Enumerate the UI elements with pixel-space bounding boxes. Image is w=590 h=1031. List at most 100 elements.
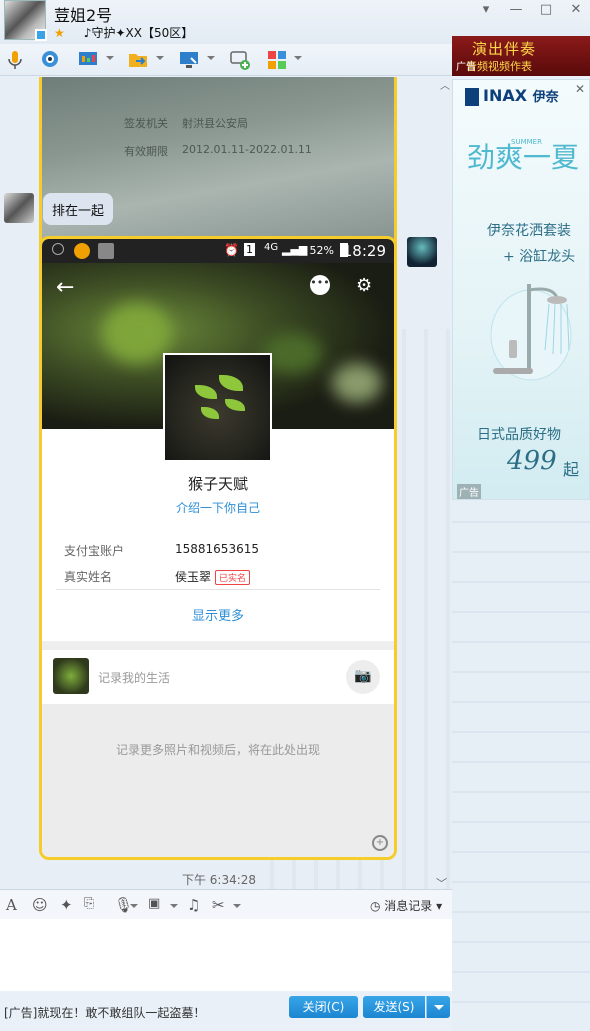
empty-feed-area: 记录更多照片和视频后，将在此处出现: [42, 704, 394, 857]
show-more-link[interactable]: 显示更多: [42, 605, 394, 624]
alipay-account-value: 15881653615: [175, 542, 259, 556]
send-options-dropdown[interactable]: [426, 996, 450, 1018]
scroll-up-icon[interactable]: ︿: [438, 77, 452, 92]
network-indicator: 4G: [264, 242, 279, 253]
message-icon[interactable]: •••: [310, 275, 330, 295]
life-record-row[interactable]: 记录我的生活 📷: [42, 650, 394, 704]
apps-icon[interactable]: [265, 48, 289, 72]
id-card-label: 签发机关: [124, 117, 168, 130]
bottom-ad-link[interactable]: [广告]就现在！敢不敢组队一起盗墓！: [4, 1004, 205, 1021]
app-icon: [74, 243, 90, 259]
ad-slogan: 劲爽一夏: [467, 141, 580, 174]
ad-price: 499: [507, 446, 557, 476]
chat-toolbar: [0, 44, 452, 76]
minimize-button[interactable]: —: [506, 2, 526, 18]
user-settings-icon[interactable]: ⚙: [356, 275, 372, 296]
close-ad-icon[interactable]: ✕: [575, 82, 585, 96]
phone-status-bar: ⏰ 1 4G ▂▄▆ 52% 18:29: [42, 239, 394, 263]
back-arrow-icon[interactable]: ←: [56, 275, 74, 300]
contact-avatar[interactable]: [4, 0, 47, 41]
screenshot-icon[interactable]: ⎘: [84, 896, 94, 911]
contact-name: 荳姐2号: [54, 6, 113, 25]
alipay-account-label: 支付宝账户: [64, 544, 125, 558]
chat-history[interactable]: 签发机关 射洪县公安局 有效期限 2012.01.11-2022.01.11 +…: [0, 77, 452, 889]
sender-avatar[interactable]: [4, 193, 34, 223]
chevron-down-icon[interactable]: [233, 904, 241, 908]
ad-tag: 广告: [457, 484, 481, 499]
menu-dropdown-button[interactable]: ▾: [476, 2, 496, 18]
input-toolbar: A ☺ ✦ ⎘ 🎙 ▣ ♫ ✂ ◷ 消息记录 ▾: [0, 889, 452, 919]
message-timestamp: 下午 6:34:28: [181, 873, 257, 887]
id-card-value: 射洪县公安局: [182, 117, 248, 130]
online-status-icon: [35, 29, 47, 41]
ad-line3: 日式品质好物: [477, 427, 561, 443]
search-icon: [52, 243, 64, 255]
message-input[interactable]: [0, 919, 452, 991]
battery-level: 52%: [309, 244, 334, 257]
profile-intro-link[interactable]: 介绍一下你自己: [42, 499, 394, 516]
wifi-icon: [98, 243, 114, 259]
message-history-label: 消息记录: [384, 899, 433, 913]
real-name-row: 侯玉翠 已实名: [175, 568, 251, 585]
top-ad-banner[interactable]: 演出伴奏 音频视频作表 广告: [452, 36, 590, 76]
new-group-icon[interactable]: [228, 48, 252, 72]
text-message-bubble: 排在一起: [43, 193, 114, 225]
scroll-down-icon[interactable]: ﹀: [436, 875, 447, 889]
sim-indicator: 1: [244, 243, 255, 256]
cover-blur: [332, 363, 382, 403]
ad-price-unit: 起: [563, 460, 580, 479]
message-history-button[interactable]: ◷ 消息记录 ▾: [370, 897, 442, 914]
id-card-label: 有效期限: [124, 145, 168, 158]
brand-name: INAX: [483, 86, 528, 105]
brand-name-cn: 伊奈: [532, 90, 559, 105]
chevron-down-icon[interactable]: [130, 904, 138, 908]
phone-time: 18:29: [342, 242, 386, 260]
plant-leaf: [219, 375, 243, 391]
chevron-down-icon[interactable]: [207, 56, 215, 60]
plant-leaf: [195, 385, 217, 399]
divider: [56, 589, 380, 590]
real-name-value: 侯玉翠: [175, 570, 212, 584]
profile-picture[interactable]: [163, 353, 272, 462]
scissors-icon[interactable]: ✂: [212, 896, 225, 914]
side-ad-banner[interactable]: INAX 伊奈 ✕ SUMMER 劲爽一夏 伊奈花洒套装 + 浴缸龙头 日式品质…: [452, 79, 590, 500]
screen-share-icon[interactable]: [76, 48, 100, 72]
inax-logo: INAX 伊奈: [465, 86, 559, 106]
chevron-down-icon[interactable]: [294, 56, 302, 60]
real-name-label: 真实姓名: [64, 570, 113, 584]
shower-icon: [490, 284, 572, 381]
send-file-icon[interactable]: [126, 48, 150, 72]
screenshot-image-message[interactable]: ⏰ 1 4G ▂▄▆ 52% 18:29 ← ••• ⚙ 猴子天赋 介绍一下你自…: [39, 236, 397, 860]
microphone-icon[interactable]: [3, 48, 27, 72]
chevron-down-icon[interactable]: [106, 56, 114, 60]
image-icon[interactable]: ▣: [148, 896, 160, 911]
remote-desktop-icon[interactable]: [177, 48, 201, 72]
send-button[interactable]: 发送(S): [363, 996, 425, 1018]
signal-icon: ▂▄▆: [282, 243, 308, 256]
cover-blur: [102, 303, 172, 363]
music-icon[interactable]: ♫: [187, 896, 200, 914]
close-button[interactable]: 关闭(C): [289, 996, 358, 1018]
right-panel-background: [452, 500, 590, 1031]
life-record-label: 记录我的生活: [98, 671, 171, 685]
contact-status: ★ ﾠ♪守护✦XX【50区】: [54, 24, 193, 41]
close-window-button[interactable]: ✕: [566, 2, 586, 18]
contact-status-text: ﾠ♪守护✦XX【50区】: [72, 26, 194, 40]
life-thumbnail: [53, 658, 89, 694]
plant-leaf: [201, 407, 219, 419]
chevron-down-icon[interactable]: [170, 904, 178, 908]
star-icon: ★: [54, 26, 65, 40]
video-icon[interactable]: [38, 48, 62, 72]
plant-leaf: [225, 399, 245, 411]
chevron-down-icon[interactable]: [156, 56, 164, 60]
self-avatar[interactable]: [407, 237, 437, 267]
camera-icon[interactable]: 📷: [346, 660, 380, 694]
clock-icon: ◷: [370, 899, 385, 913]
alarm-icon: ⏰: [224, 243, 239, 257]
font-icon[interactable]: A: [6, 896, 17, 914]
maximize-button[interactable]: □: [536, 2, 556, 18]
shake-icon[interactable]: ✦: [60, 896, 73, 914]
zoom-in-icon[interactable]: +: [372, 835, 388, 851]
emoji-icon[interactable]: ☺: [32, 896, 48, 914]
verified-badge: 已实名: [215, 570, 251, 585]
